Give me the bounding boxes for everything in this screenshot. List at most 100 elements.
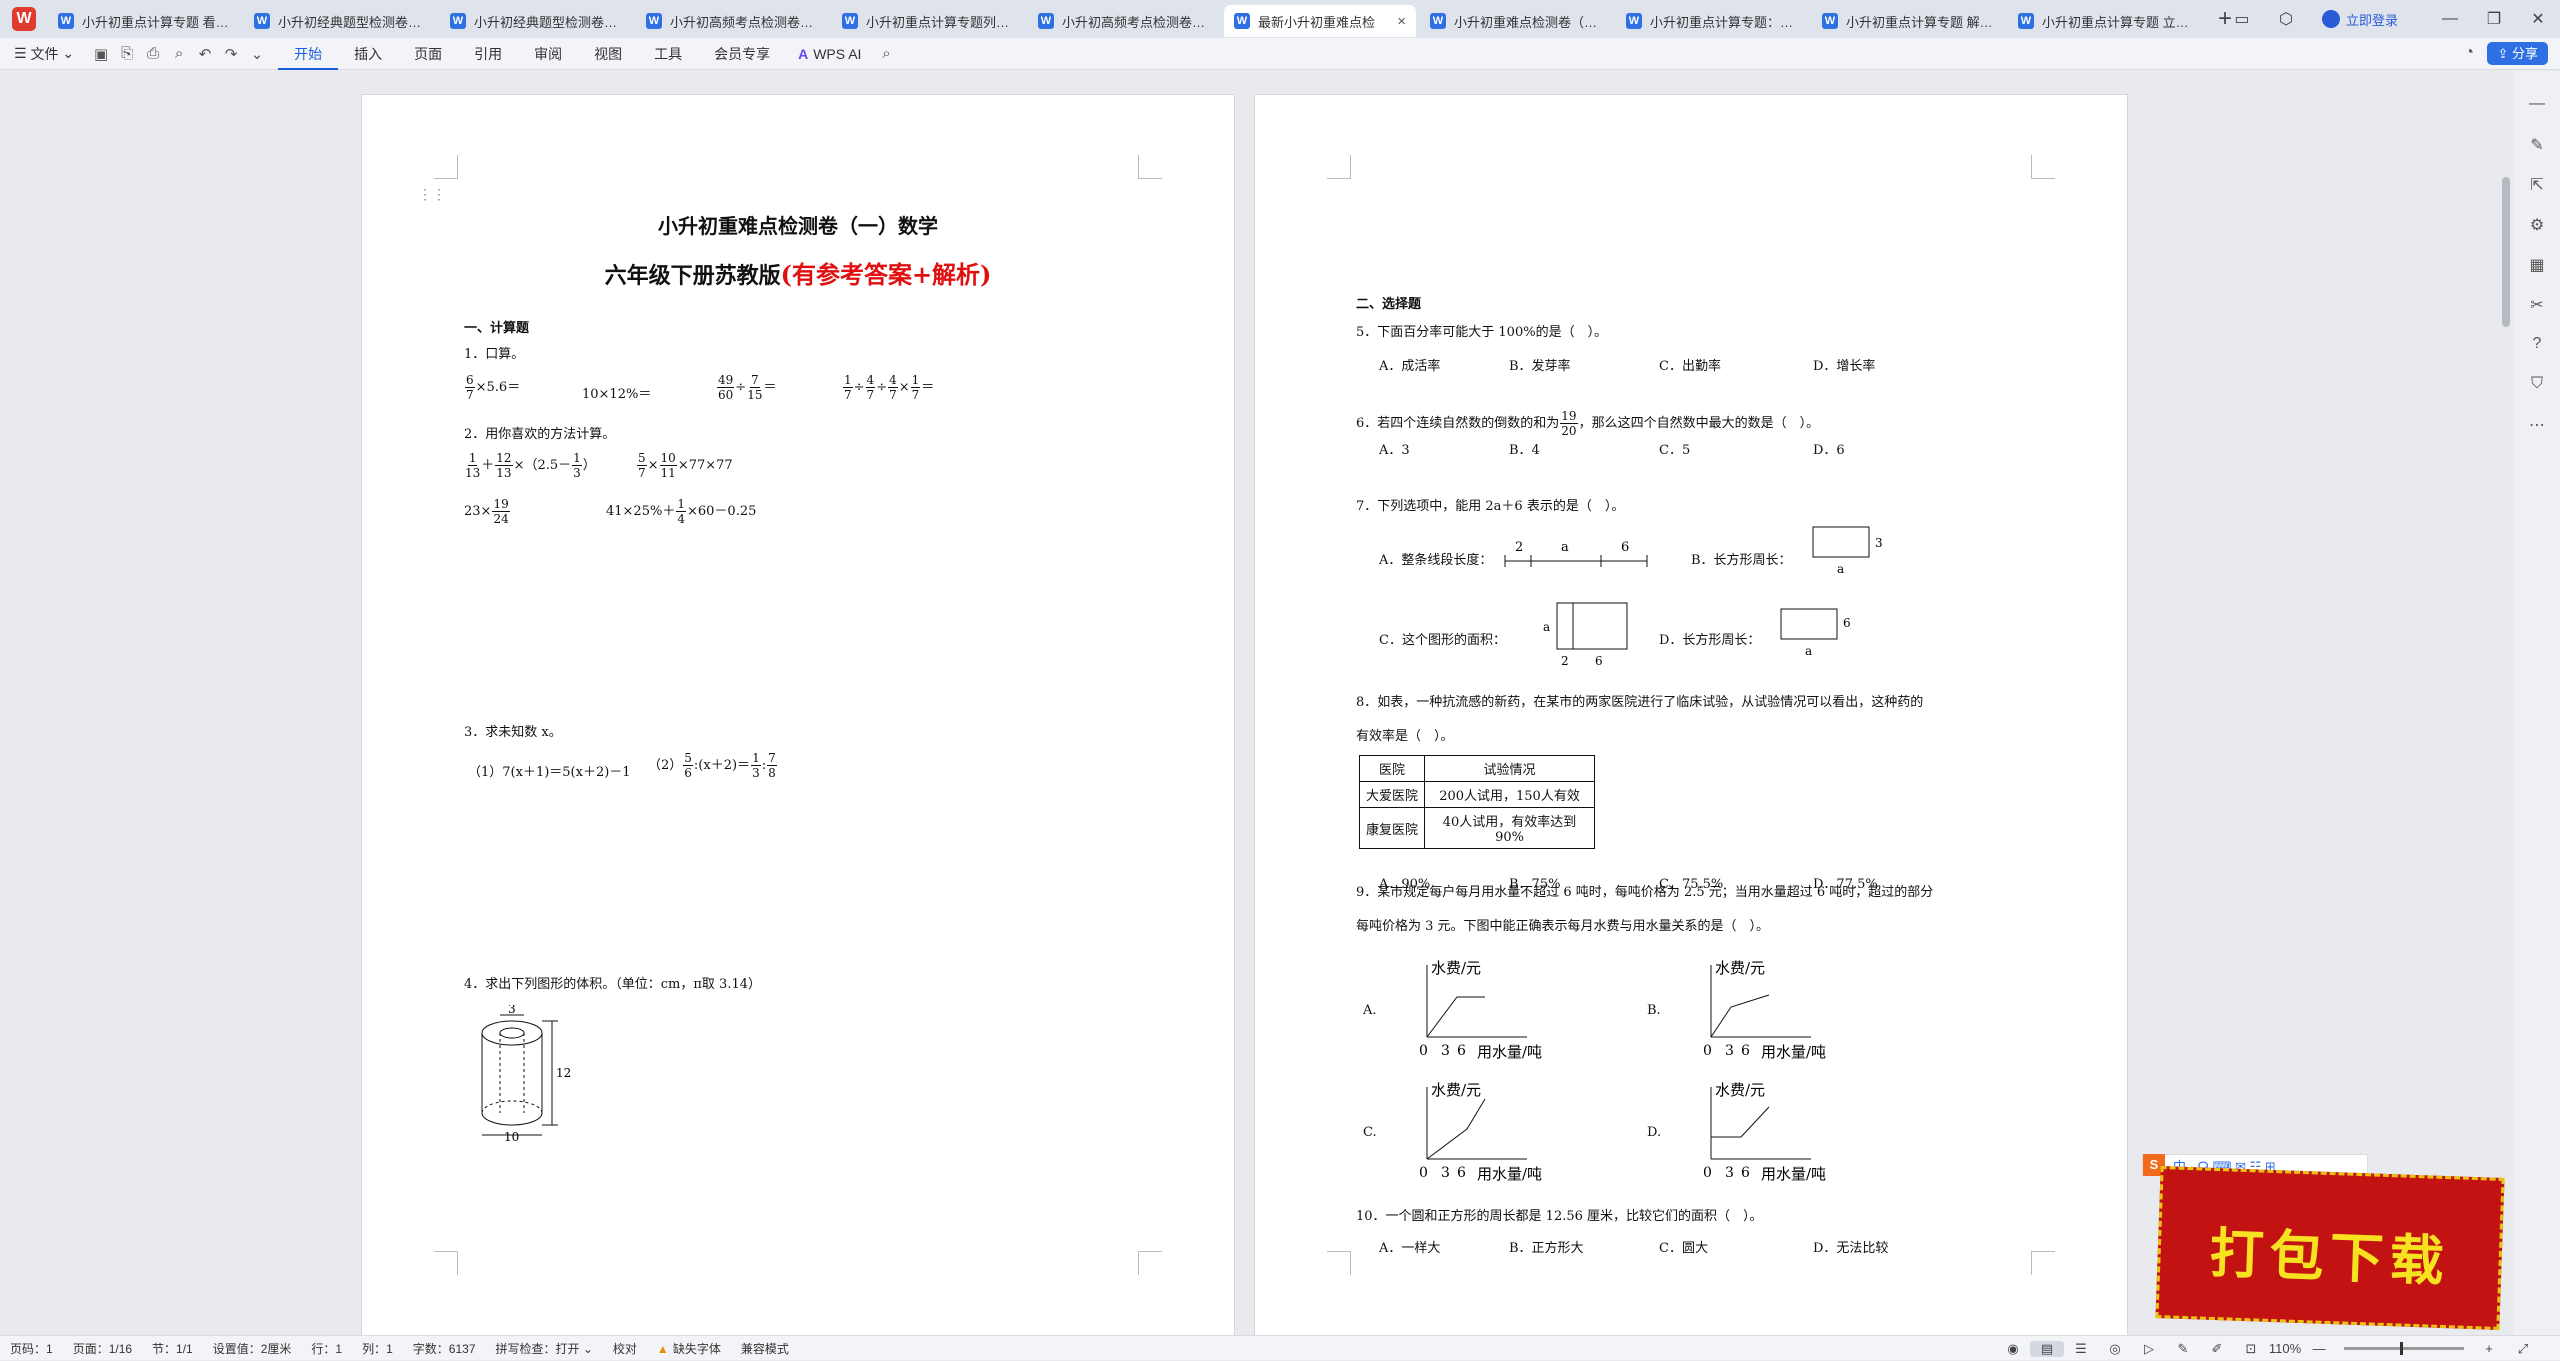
tools-icon[interactable]: ✂ [2530, 295, 2543, 315]
shirt-icon[interactable]: ⛉ [2531, 375, 2543, 395]
play-icon[interactable]: ▷ [2132, 1341, 2166, 1357]
ribbon-tab-7[interactable]: 会员专享 [698, 44, 786, 64]
image-icon[interactable]: ▦ [2529, 255, 2544, 275]
svg-text:水费/元: 水费/元 [1715, 959, 1765, 977]
status-bar: 页码：1 页面：1/16 节：1/1 设置值：2厘米 行：1 列：1 字数：61… [0, 1335, 2560, 1360]
tab-4[interactable]: W小升初重点计算专题列式计算 [832, 5, 1024, 37]
print-preview-icon[interactable]: ⌕ [166, 45, 192, 62]
outline-icon[interactable]: ☰ [2064, 1341, 2098, 1357]
help-icon[interactable]: ? [2533, 335, 2542, 355]
status-page: 页码：1 [10, 1341, 53, 1356]
tab-3[interactable]: W小升初高频考点检测卷（一） [636, 5, 828, 37]
fit-icon[interactable]: ⊡ [2234, 1341, 2268, 1357]
svg-text:0: 0 [1419, 1165, 1428, 1181]
ribbon-tab-6[interactable]: 工具 [638, 44, 698, 64]
question-9: 9．某市规定每户每月用水量不超过 6 吨时，每吨价格为 2.5 元；当用水量超过… [1356, 885, 1934, 900]
svg-text:3: 3 [1725, 1165, 1734, 1181]
wps-ai-button[interactable]: A WPS AI [786, 46, 873, 62]
document-page-2[interactable]: 二、选择题 5．下面百分率可能大于 100%的是（ ）。 A．成活率 B．发芽率 C… [1255, 95, 2127, 1335]
ribbon-tab-1[interactable]: 插入 [338, 44, 398, 64]
login-button[interactable]: 立即登录 [2321, 10, 2398, 29]
chevron-down-icon[interactable]: ⌄ [244, 45, 270, 63]
tab-1[interactable]: W小升初经典题型检测卷（一） [244, 5, 436, 37]
status-col: 列：1 [362, 1341, 393, 1356]
pen-mode-icon[interactable]: ✐ [2200, 1341, 2234, 1357]
word-doc-icon: W [450, 13, 466, 29]
rect-figure-b: 3a [1812, 526, 1883, 576]
tab-9[interactable]: W 小升初重点计算专题 解方程 [1812, 5, 2004, 37]
eye-icon[interactable]: ◉ [1996, 1341, 2030, 1357]
status-pages[interactable]: 页面：1/16 [63, 1340, 142, 1357]
tab-5[interactable]: W小升初高频考点检测卷二（含 [1028, 5, 1220, 37]
edit-icon[interactable]: ✎ [2166, 1341, 2200, 1357]
tab-2[interactable]: W小升初经典题型检测卷（二） [440, 5, 632, 37]
download-banner[interactable]: 打包下载 [2155, 1166, 2505, 1330]
tab-6[interactable]: W 最新小升初重难点检 × [1224, 5, 1416, 37]
ribbon-tab-3[interactable]: 引用 [458, 44, 518, 64]
tab-8[interactable]: W小升初重点计算专题：平面图 [1616, 5, 1808, 37]
q1-item-4: 1 7 ÷ 4 7 ÷ 4 7 × 1 7 ＝ [843, 373, 935, 402]
question-3: 3．求未知数 x。 [464, 725, 562, 740]
zoom-slider[interactable] [2344, 1342, 2464, 1355]
word-doc-icon: W [1038, 13, 1054, 29]
svg-text:水费/元: 水费/元 [1431, 1081, 1481, 1099]
search-icon[interactable]: ⌕ [873, 45, 899, 62]
export-icon[interactable]: ⎘ [114, 45, 140, 62]
scrollbar[interactable] [2502, 177, 2510, 327]
fullscreen-icon[interactable]: ⤢ [2506, 1341, 2540, 1357]
wps-logo[interactable]: W [0, 0, 48, 38]
q5_opts-option-0: A．成活率 [1379, 359, 1441, 374]
window-layout-icon[interactable]: ▭ [2220, 9, 2264, 29]
history-icon[interactable]: ◔ [2464, 44, 2474, 62]
zoom-level[interactable]: 110% [2268, 1341, 2302, 1356]
ribbon-tab-0[interactable]: 开始 [278, 38, 339, 70]
tab-10[interactable]: W 小升初重点计算专题 立体图 [2008, 5, 2200, 37]
dim-label-3: 3 [508, 1005, 516, 1016]
close-icon[interactable]: ✕ [2516, 9, 2560, 29]
settings-icon[interactable]: ⚙ [2530, 215, 2544, 235]
print-icon[interactable]: ⎙ [140, 45, 166, 62]
pen-icon[interactable]: ✎ [2530, 135, 2543, 155]
select-icon[interactable]: ⇱ [2530, 175, 2543, 195]
question-7: 7．下列选项中，能用 2a＋6 表示的是（ ）。 [1356, 499, 1625, 514]
tab-7[interactable]: W 小升初重难点检测卷（二合 [1420, 5, 1612, 37]
zoom-in-icon[interactable]: + [2472, 1341, 2506, 1356]
page-title: 小升初重难点检测卷（一）数学 [658, 214, 938, 238]
word-doc-icon: W [1626, 13, 1642, 29]
ribbon-tab-5[interactable]: 视图 [578, 44, 638, 64]
svg-text:水费/元: 水费/元 [1431, 959, 1481, 977]
file-menu[interactable]: ☰ 文件 ⌄ [0, 44, 88, 64]
redo-icon[interactable]: ↷ [218, 45, 244, 63]
box-icon[interactable]: ⬡ [2264, 9, 2308, 29]
missing-font-warning[interactable]: ▲ 缺失字体 [647, 1340, 731, 1357]
drag-handle-icon[interactable]: ⋮⋮ [418, 187, 446, 203]
question-1: 1．口算。 [464, 347, 525, 362]
q1-item-2: 10×12%＝ [582, 387, 652, 402]
undo-icon[interactable]: ↶ [192, 45, 218, 63]
zoom-out-icon[interactable]: — [2302, 1341, 2336, 1356]
svg-text:6: 6 [1621, 540, 1629, 555]
segment-figure: 2 a 6 [1504, 540, 1648, 567]
question-10: 10．一个圆和正方形的周长都是 12.56 厘米，比较它们的面积（ ）。 [1356, 1209, 1763, 1224]
close-tab-icon[interactable]: × [1397, 13, 1406, 30]
status-words[interactable]: 字数：6137 [403, 1340, 486, 1357]
minimize-icon[interactable]: — [2428, 10, 2472, 28]
q7-option-c: C．这个图形的面积： [1379, 633, 1506, 648]
tab-0[interactable]: W 小升初重点计算专题 看图列 [48, 5, 240, 37]
share-button[interactable]: ⇪ 分享 [2487, 42, 2548, 65]
ribbon-tab-4[interactable]: 审阅 [518, 44, 578, 64]
web-view-icon[interactable]: ◎ [2098, 1341, 2132, 1357]
document-page-1[interactable]: ⋮⋮ 小升初重难点检测卷（一）数学 六年级下册苏教版(有参考答案+解析) 一、计… [362, 95, 1234, 1335]
spell-check[interactable]: 拼写检查：打开 ⌄ [486, 1340, 603, 1357]
q1-item-1: 6 7 ×5.6＝ [465, 373, 521, 402]
proof-button[interactable]: 校对 [603, 1340, 647, 1357]
page-view-icon[interactable]: ▤ [2030, 1340, 2064, 1357]
maximize-icon[interactable]: ❐ [2472, 9, 2516, 29]
ribbon-tab-2[interactable]: 页面 [398, 44, 458, 64]
svg-text:0: 0 [1703, 1043, 1712, 1059]
collapse-icon[interactable]: — [2529, 95, 2545, 115]
q2-item-1: 1 13 ＋ 12 13 ×（2.5－ 1 3） [465, 451, 596, 480]
more-icon[interactable]: ⋯ [2529, 415, 2545, 435]
question-9-cont: 每吨价格为 3 元。下图中能正确表示每月水费与用水量关系的是（ ）。 [1356, 919, 1770, 934]
save-icon[interactable]: ▣ [88, 45, 114, 63]
